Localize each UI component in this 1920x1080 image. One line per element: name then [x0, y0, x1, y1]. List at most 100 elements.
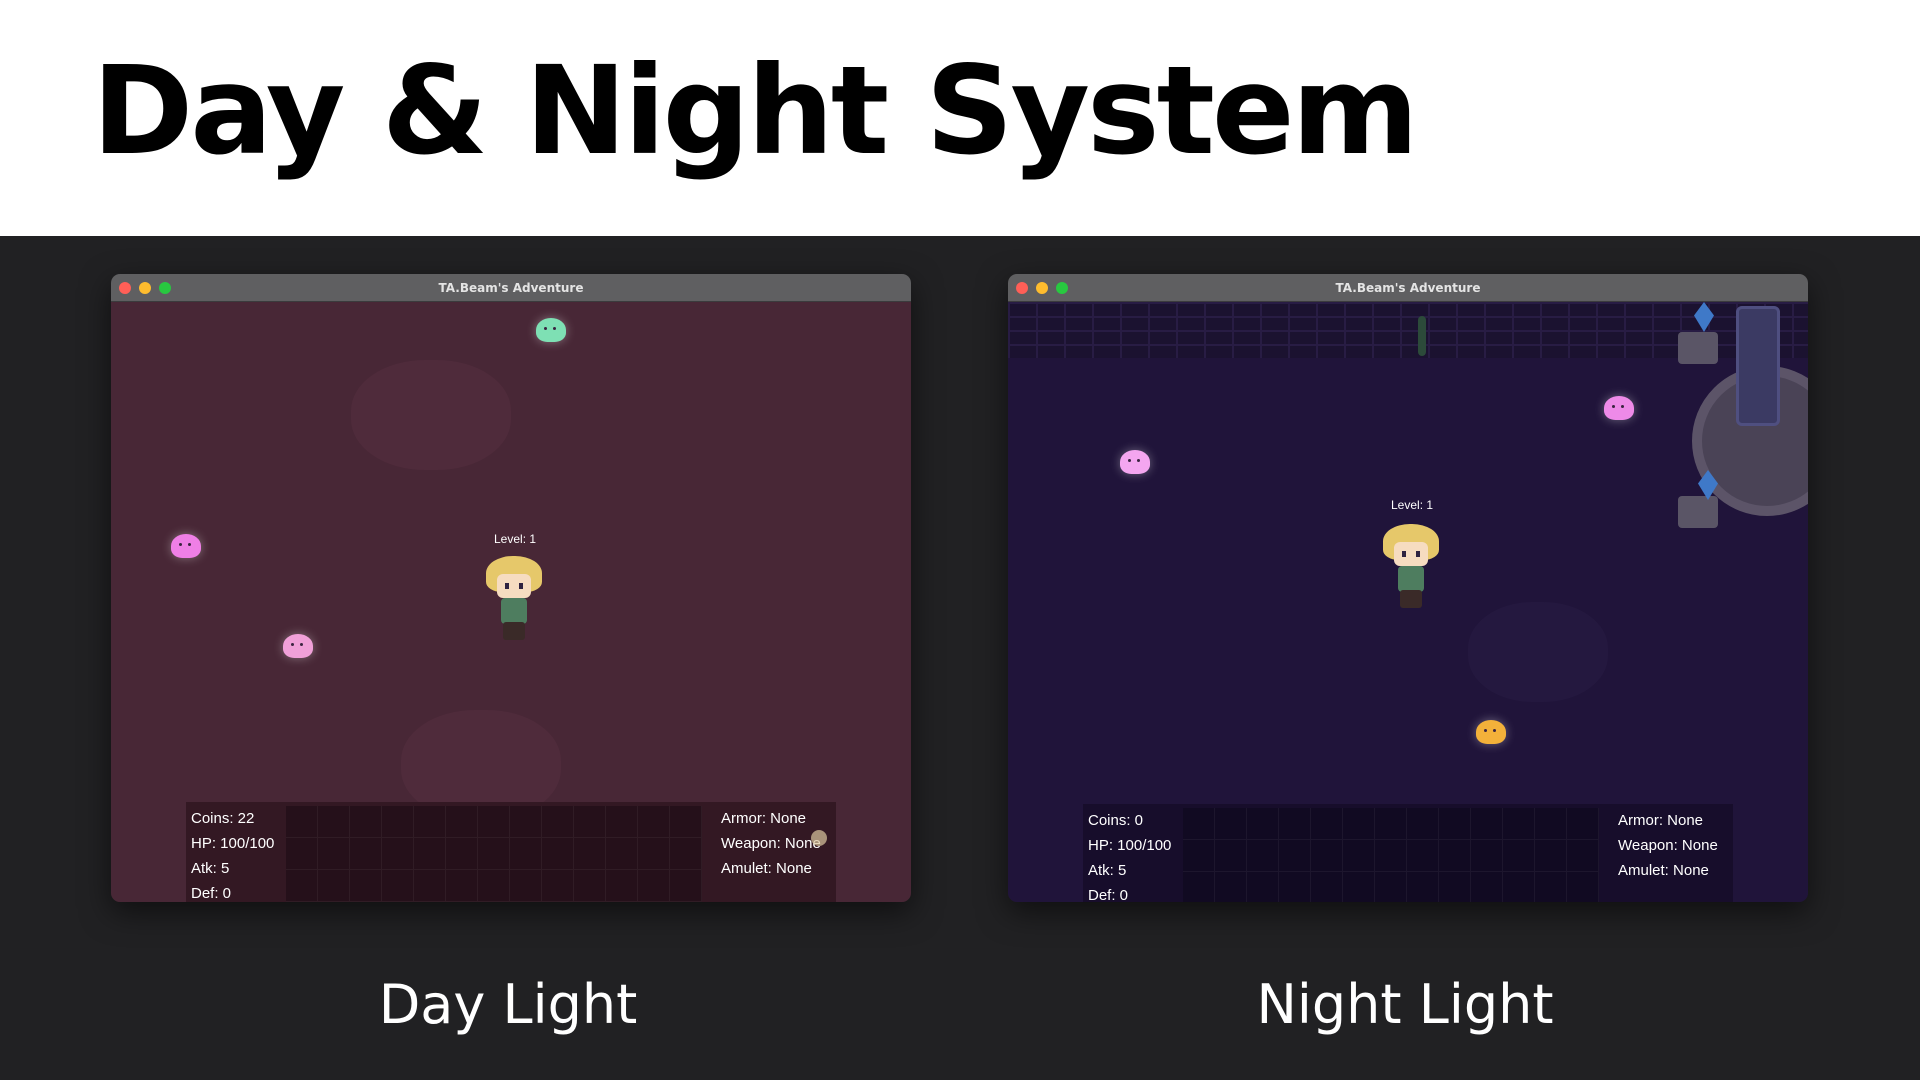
inventory-slot[interactable]	[1407, 872, 1439, 902]
inventory-slot[interactable]	[1407, 840, 1439, 872]
inventory-grid[interactable]	[286, 806, 702, 902]
inventory-slot[interactable]	[542, 838, 574, 870]
def-stat: Def: 0	[1088, 887, 1129, 902]
inventory-slot[interactable]	[318, 870, 350, 902]
inventory-slot[interactable]	[1503, 808, 1535, 840]
slime-enemy	[1604, 396, 1634, 420]
inventory-slot[interactable]	[574, 806, 606, 838]
inventory-slot[interactable]	[638, 870, 670, 902]
inventory-slot[interactable]	[1535, 808, 1567, 840]
inventory-slot[interactable]	[1343, 872, 1375, 902]
inventory-slot[interactable]	[542, 870, 574, 902]
inventory-slot[interactable]	[1471, 840, 1503, 872]
inventory-slot[interactable]	[1471, 872, 1503, 902]
inventory-slot[interactable]	[542, 806, 574, 838]
inventory-slot[interactable]	[1535, 872, 1567, 902]
inventory-slot[interactable]	[1503, 840, 1535, 872]
window-titlebar: TA.Beam's Adventure	[1008, 274, 1808, 302]
inventory-slot[interactable]	[574, 838, 606, 870]
def-stat: Def: 0	[191, 885, 232, 902]
inventory-slot[interactable]	[1343, 840, 1375, 872]
inventory-slot[interactable]	[606, 838, 638, 870]
inventory-slot[interactable]	[1375, 872, 1407, 902]
inventory-slot[interactable]	[1183, 840, 1215, 872]
inventory-grid[interactable]	[1183, 808, 1599, 902]
inventory-slot[interactable]	[1439, 808, 1471, 840]
inventory-slot[interactable]	[1279, 840, 1311, 872]
inventory-slot[interactable]	[446, 838, 478, 870]
dropped-item[interactable]	[811, 830, 827, 846]
inventory-slot[interactable]	[382, 838, 414, 870]
game-canvas[interactable]: Level: 1 Coins: 0 HP: 100/100 Atk: 5 Def…	[1008, 302, 1808, 902]
inventory-slot[interactable]	[414, 870, 446, 902]
slime-enemy	[283, 634, 313, 658]
inventory-slot[interactable]	[286, 806, 318, 838]
inventory-slot[interactable]	[1215, 872, 1247, 902]
inventory-slot[interactable]	[286, 838, 318, 870]
inventory-slot[interactable]	[446, 870, 478, 902]
atk-stat: Atk: 5	[191, 860, 230, 877]
stone-pillar	[1736, 306, 1780, 426]
inventory-slot[interactable]	[318, 806, 350, 838]
inventory-slot[interactable]	[1439, 872, 1471, 902]
game-canvas[interactable]: Level: 1 Coins: 22 HP: 100/100 Atk: 5 De…	[111, 302, 911, 902]
inventory-slot[interactable]	[1215, 808, 1247, 840]
inventory-slot[interactable]	[1375, 840, 1407, 872]
inventory-slot[interactable]	[1311, 808, 1343, 840]
inventory-slot[interactable]	[1407, 808, 1439, 840]
inventory-slot[interactable]	[1439, 840, 1471, 872]
inventory-slot[interactable]	[510, 806, 542, 838]
inventory-slot[interactable]	[606, 870, 638, 902]
inventory-slot[interactable]	[350, 870, 382, 902]
inventory-slot[interactable]	[1311, 872, 1343, 902]
inventory-slot[interactable]	[382, 806, 414, 838]
inventory-slot[interactable]	[318, 838, 350, 870]
inventory-slot[interactable]	[1279, 872, 1311, 902]
coins-stat: Coins: 0	[1088, 812, 1144, 829]
inventory-slot[interactable]	[1567, 840, 1599, 872]
inventory-slot[interactable]	[1215, 840, 1247, 872]
inventory-slot[interactable]	[670, 806, 702, 838]
inventory-slot[interactable]	[638, 806, 670, 838]
inventory-slot[interactable]	[1247, 808, 1279, 840]
inventory-slot[interactable]	[350, 838, 382, 870]
armor-slot: Armor: None	[721, 810, 807, 827]
header: Day & Night System	[0, 0, 1920, 236]
inventory-slot[interactable]	[1535, 840, 1567, 872]
inventory-slot[interactable]	[1247, 840, 1279, 872]
inventory-slot[interactable]	[478, 838, 510, 870]
inventory-slot[interactable]	[1183, 808, 1215, 840]
inventory-slot[interactable]	[286, 870, 318, 902]
inventory-slot[interactable]	[1567, 872, 1599, 902]
hud-panel: Coins: 22 HP: 100/100 Atk: 5 Def: 0 Armo…	[186, 802, 836, 902]
inventory-slot[interactable]	[606, 806, 638, 838]
slime-enemy	[1476, 720, 1506, 744]
inventory-slot[interactable]	[478, 870, 510, 902]
inventory-slot[interactable]	[1567, 808, 1599, 840]
inventory-slot[interactable]	[638, 838, 670, 870]
inventory-slot[interactable]	[1311, 840, 1343, 872]
player-level-label: Level: 1	[1391, 498, 1434, 512]
inventory-slot[interactable]	[1247, 872, 1279, 902]
inventory-slot[interactable]	[414, 806, 446, 838]
inventory-slot[interactable]	[1375, 808, 1407, 840]
inventory-slot[interactable]	[382, 870, 414, 902]
inventory-slot[interactable]	[510, 870, 542, 902]
inventory-slot[interactable]	[1343, 808, 1375, 840]
inventory-slot[interactable]	[478, 806, 510, 838]
player-stats: Coins: 22 HP: 100/100 Atk: 5 Def: 0	[191, 806, 281, 902]
inventory-slot[interactable]	[670, 870, 702, 902]
day-light-caption: Day Light	[378, 973, 638, 1036]
inventory-slot[interactable]	[510, 838, 542, 870]
bush-decoration	[351, 360, 511, 470]
inventory-slot[interactable]	[1183, 872, 1215, 902]
inventory-slot[interactable]	[1503, 872, 1535, 902]
inventory-slot[interactable]	[414, 838, 446, 870]
inventory-slot[interactable]	[1471, 808, 1503, 840]
inventory-slot[interactable]	[446, 806, 478, 838]
inventory-slot[interactable]	[1279, 808, 1311, 840]
inventory-slot[interactable]	[350, 806, 382, 838]
page-title: Day & Night System	[92, 40, 1419, 182]
inventory-slot[interactable]	[670, 838, 702, 870]
inventory-slot[interactable]	[574, 870, 606, 902]
